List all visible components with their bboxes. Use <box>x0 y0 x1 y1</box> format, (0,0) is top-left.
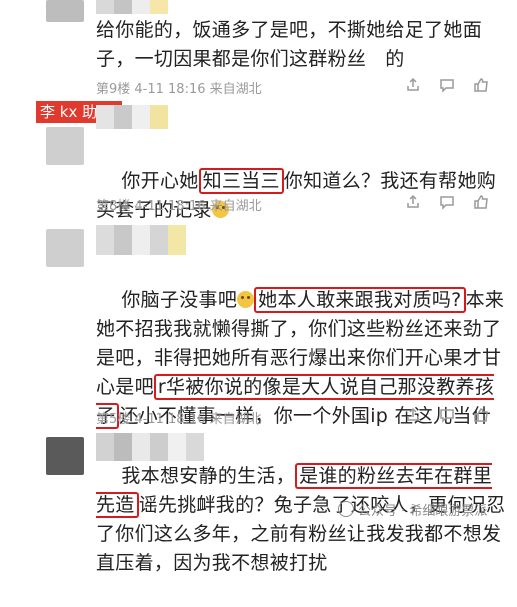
comment-meta: 第9楼 4-11 18:16 来自湖北 <box>96 82 262 97</box>
blurred-username <box>96 105 168 129</box>
share-icon[interactable] <box>405 194 421 210</box>
comment-icon[interactable] <box>439 407 455 423</box>
avatar[interactable] <box>46 229 84 267</box>
comment-meta: 第5楼 4-11 18:16 来自湖北 <box>96 412 262 427</box>
comment-text: 给你能的，饭通多了是吧，不撕她给足了她面子，一切因果都是你们这群粉丝 的 <box>96 19 483 70</box>
comment-actions <box>405 77 489 93</box>
comment-floor-9: 给你能的，饭通多了是吧，不撕她给足了她面子，一切因果都是你们这群粉丝 的 第9楼… <box>0 0 517 100</box>
comment-floor-8: 你开心她 知三当三 你知道么？我还有帮她购买套子的记录 第8楼 4-11 18:16… <box>0 101 517 221</box>
watermark-text: 公众号 · 希细眼游票派 <box>358 503 488 519</box>
avatar[interactable] <box>46 127 84 165</box>
text-part-1: 你脑子没事吧 <box>121 289 238 311</box>
smile-emoji-icon <box>237 291 255 308</box>
text-part-1: 我本想安静的生活， <box>121 465 296 487</box>
avatar[interactable] <box>46 437 84 475</box>
blurred-username <box>96 225 186 255</box>
avatar[interactable] <box>46 0 84 22</box>
blurred-username <box>96 0 168 14</box>
comment-meta: 第8楼 4-11 18:16 来自湖北 <box>96 199 262 214</box>
like-icon[interactable] <box>473 194 489 210</box>
highlight-box: 她本人敢来跟我对质吗? <box>254 287 466 313</box>
wechat-logo-icon <box>338 501 354 517</box>
text-before: 你开心她 <box>121 170 199 192</box>
share-icon[interactable] <box>405 407 421 423</box>
watermark: 公众号 · 希细眼游票派 <box>338 496 487 522</box>
like-icon[interactable] <box>473 77 489 93</box>
highlight-box: 知三当三 <box>198 168 284 194</box>
comment-actions <box>405 407 489 423</box>
like-icon[interactable] <box>473 407 489 423</box>
comment-icon[interactable] <box>439 194 455 210</box>
comment-actions <box>405 194 489 210</box>
share-icon[interactable] <box>405 77 421 93</box>
comment-floor-5: 你脑子没事吧 她本人敢来跟我对质吗? 本来她不招我我就懒得撕了，你们这些粉丝还来劲了… <box>0 225 517 456</box>
comment-icon[interactable] <box>439 77 455 93</box>
